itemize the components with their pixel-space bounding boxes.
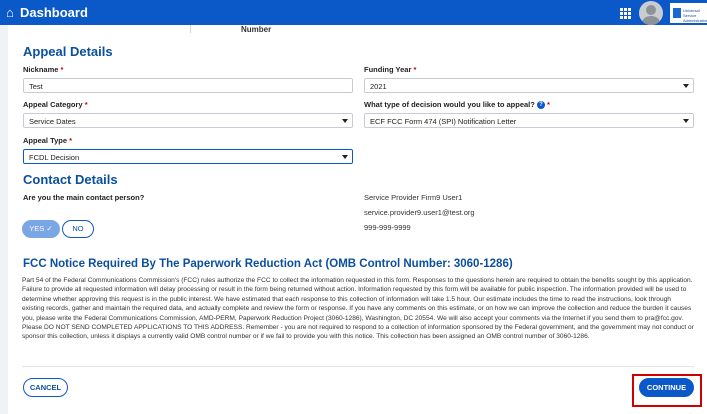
appeal-category-select[interactable]: Service Dates — [23, 113, 353, 128]
main-contact-question: Are you the main contact person? — [23, 193, 145, 202]
usac-logo: Universal Service Administrative Co. — [670, 3, 707, 28]
contact-email: service.provider9.user1@test.org — [364, 208, 475, 217]
contact-name: Service Provider Firm9 User1 — [364, 193, 463, 202]
no-toggle-button[interactable]: NO — [62, 220, 94, 238]
chevron-down-icon — [342, 155, 348, 159]
nickname-input[interactable]: Test — [23, 78, 353, 93]
nickname-label: Nickname * — [23, 65, 64, 74]
yes-toggle-button[interactable]: YES ✓ — [22, 220, 60, 238]
appeal-type-label: Appeal Type * — [23, 136, 73, 145]
chevron-down-icon — [683, 119, 689, 123]
notice-body: Part 54 of the Federal Communications Co… — [22, 277, 694, 341]
chevron-down-icon — [342, 119, 348, 123]
cancel-button[interactable]: CANCEL — [23, 378, 68, 397]
cutoff-label: Number — [241, 25, 272, 34]
chevron-down-icon — [683, 84, 689, 88]
app-title[interactable]: Dashboard — [20, 5, 88, 20]
help-icon[interactable]: ? — [536, 101, 545, 110]
contact-phone: 999-999-9999 — [364, 223, 411, 232]
highlight-box — [632, 374, 702, 407]
appeal-details-heading: Appeal Details — [23, 44, 113, 59]
avatar[interactable] — [639, 1, 663, 25]
top-app-bar: ⌂ Dashboard Universal Service Administra… — [0, 0, 707, 28]
notice-heading: FCC Notice Required By The Paperwork Red… — [23, 258, 513, 270]
decision-type-select[interactable]: ECF FCC Form 474 (SPI) Notification Lett… — [364, 113, 694, 128]
divider — [22, 366, 694, 367]
home-icon[interactable]: ⌂ — [6, 5, 14, 20]
decision-type-label: What type of decision would you like to … — [364, 100, 550, 110]
funding-year-select[interactable]: 2021 — [364, 78, 694, 93]
appeal-category-label: Appeal Category * — [23, 100, 88, 109]
grid-icon[interactable] — [620, 8, 631, 19]
divider — [190, 25, 191, 33]
appeal-type-select[interactable]: FCDL Decision — [23, 149, 353, 164]
funding-year-label: Funding Year * — [364, 65, 417, 74]
contact-details-heading: Contact Details — [23, 172, 118, 187]
